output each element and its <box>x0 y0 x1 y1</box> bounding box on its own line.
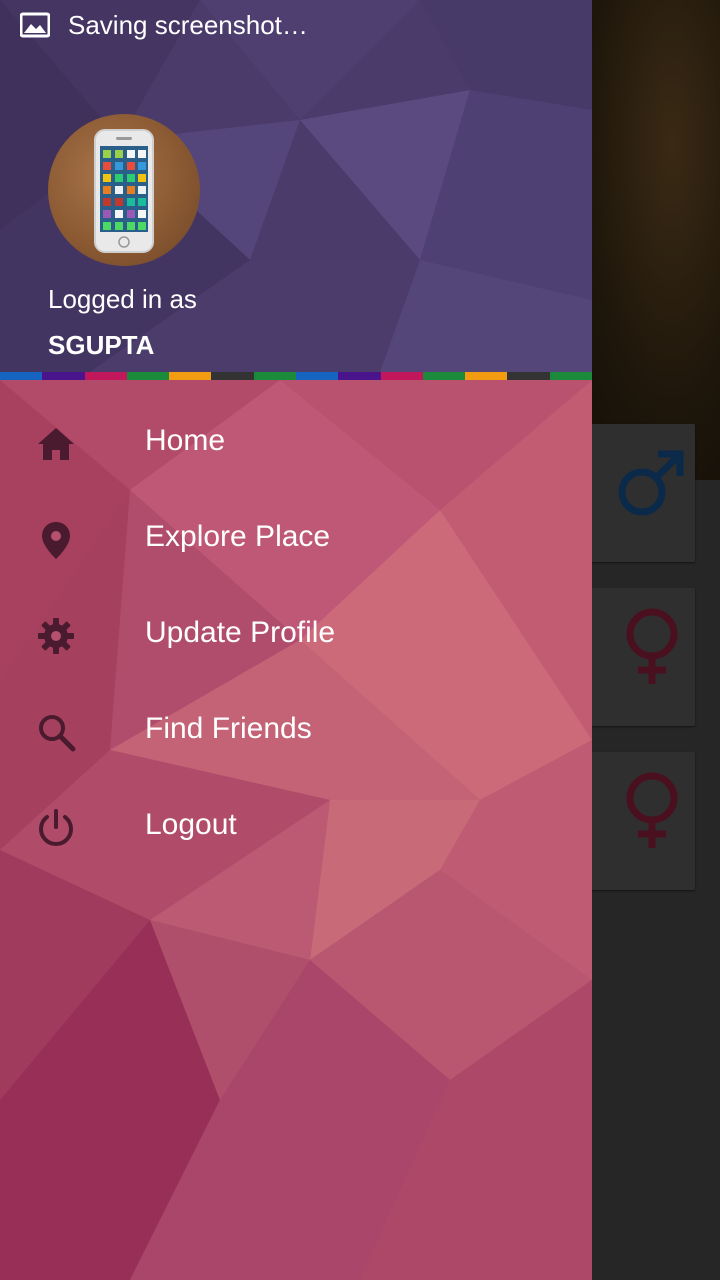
menu-item-label: Explore Place <box>145 520 331 553</box>
menu-item-update-profile[interactable]: Update Profile <box>0 588 592 684</box>
menu-item-label: Find Friends <box>145 712 312 745</box>
menu-item-home[interactable]: Home <box>0 396 592 492</box>
color-divider-segment <box>549 372 592 380</box>
logged-in-label: Logged in as <box>48 284 197 314</box>
color-divider <box>0 372 592 380</box>
female-symbol-icon <box>626 772 678 848</box>
navigation-drawer: Saving screenshot… Logged in as SGUPTA H… <box>0 0 592 1280</box>
location-pin-icon <box>42 522 70 559</box>
color-divider-segment <box>507 372 550 380</box>
color-divider-segment <box>126 372 170 380</box>
search-icon <box>39 715 76 752</box>
gear-icon <box>38 618 74 654</box>
menu-item-find-friends[interactable]: Find Friends <box>0 684 592 780</box>
menu-item-label: Logout <box>145 808 237 841</box>
avatar[interactable] <box>48 114 200 266</box>
color-divider-segment <box>465 372 508 380</box>
color-divider-segment <box>338 372 381 380</box>
color-divider-segment <box>211 372 254 380</box>
status-notification-text: Saving screenshot… <box>68 10 308 40</box>
username: SGUPTA <box>48 330 155 360</box>
color-divider-segment <box>0 372 43 380</box>
phone-avatar <box>94 129 154 253</box>
menu-item-label: Update Profile <box>145 616 336 649</box>
menu-item-explore-place[interactable]: Explore Place <box>0 492 592 588</box>
status-bar: Saving screenshot… <box>0 0 592 50</box>
color-divider-segment <box>380 372 423 380</box>
color-divider-segment <box>84 372 127 380</box>
menu-item-label: Home <box>145 424 226 457</box>
image-icon <box>20 12 50 38</box>
menu-item-logout[interactable]: Logout <box>0 780 592 876</box>
color-divider-segment <box>253 372 296 380</box>
power-icon <box>39 809 73 846</box>
male-symbol-icon <box>618 450 684 516</box>
color-divider-segment <box>295 372 339 380</box>
color-divider-segment <box>42 372 85 380</box>
color-divider-segment <box>422 372 466 380</box>
color-divider-segment <box>169 372 212 380</box>
female-symbol-icon <box>626 608 678 684</box>
drawer-menu: Home Explore Place Update Profile Find F… <box>0 380 592 1280</box>
home-icon <box>38 428 74 460</box>
